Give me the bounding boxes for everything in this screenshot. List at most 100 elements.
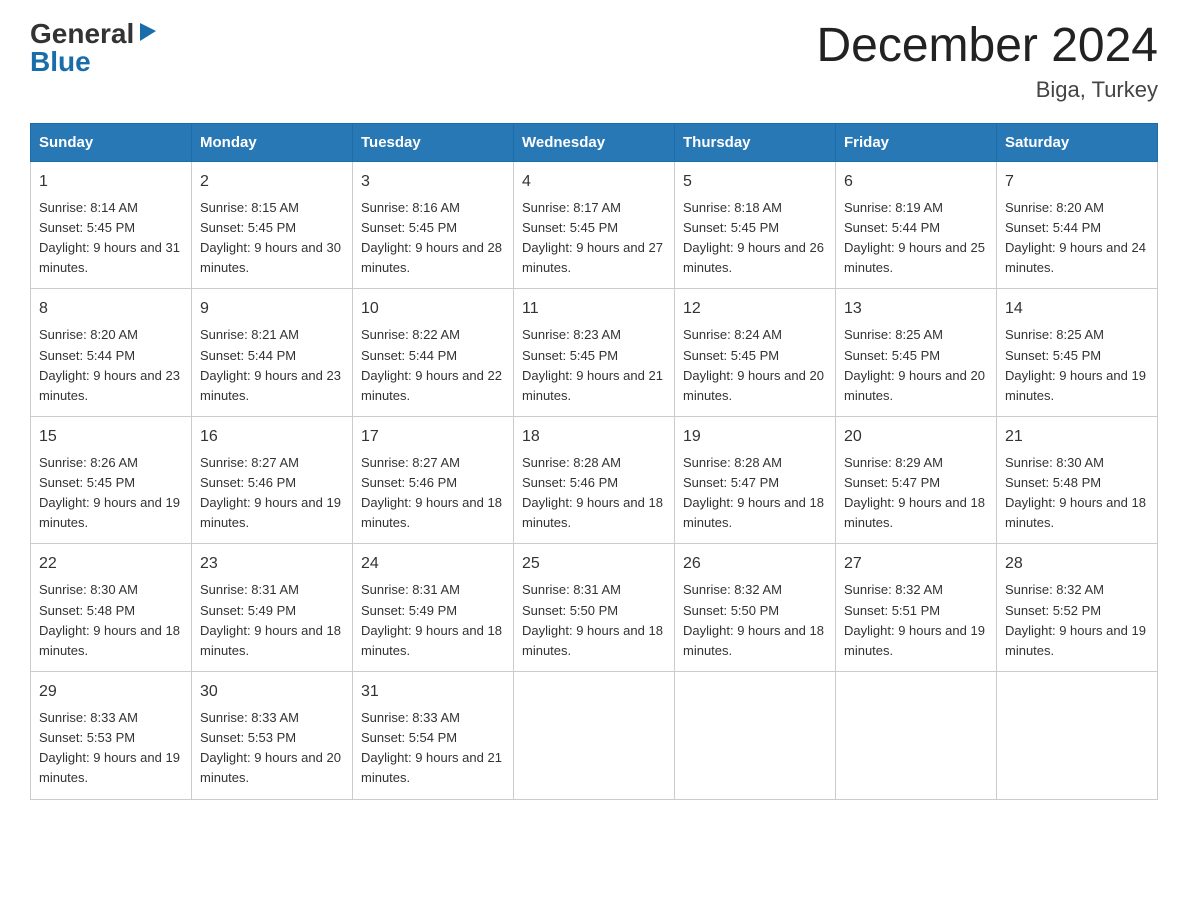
day-info: Sunrise: 8:29 AMSunset: 5:47 PMDaylight:… — [844, 455, 985, 530]
calendar-day-cell: 29 Sunrise: 8:33 AMSunset: 5:53 PMDaylig… — [31, 672, 192, 800]
calendar-day-cell: 21 Sunrise: 8:30 AMSunset: 5:48 PMDaylig… — [997, 416, 1158, 544]
logo: General Blue — [30, 20, 158, 76]
day-number: 23 — [200, 552, 344, 576]
calendar-table: SundayMondayTuesdayWednesdayThursdayFrid… — [30, 123, 1158, 800]
day-info: Sunrise: 8:31 AMSunset: 5:49 PMDaylight:… — [361, 582, 502, 657]
calendar-header-sunday: Sunday — [31, 123, 192, 161]
page-header: General Blue December 2024 Biga, Turkey — [30, 20, 1158, 103]
day-number: 5 — [683, 170, 827, 194]
day-number: 25 — [522, 552, 666, 576]
calendar-day-cell: 15 Sunrise: 8:26 AMSunset: 5:45 PMDaylig… — [31, 416, 192, 544]
day-number: 19 — [683, 425, 827, 449]
day-info: Sunrise: 8:28 AMSunset: 5:47 PMDaylight:… — [683, 455, 824, 530]
calendar-week-row: 15 Sunrise: 8:26 AMSunset: 5:45 PMDaylig… — [31, 416, 1158, 544]
day-info: Sunrise: 8:19 AMSunset: 5:44 PMDaylight:… — [844, 200, 985, 275]
calendar-header-friday: Friday — [836, 123, 997, 161]
calendar-day-cell: 30 Sunrise: 8:33 AMSunset: 5:53 PMDaylig… — [192, 672, 353, 800]
day-info: Sunrise: 8:30 AMSunset: 5:48 PMDaylight:… — [1005, 455, 1146, 530]
day-info: Sunrise: 8:18 AMSunset: 5:45 PMDaylight:… — [683, 200, 824, 275]
day-info: Sunrise: 8:15 AMSunset: 5:45 PMDaylight:… — [200, 200, 341, 275]
location: Biga, Turkey — [816, 77, 1158, 103]
day-number: 4 — [522, 170, 666, 194]
day-number: 10 — [361, 297, 505, 321]
calendar-day-cell: 14 Sunrise: 8:25 AMSunset: 5:45 PMDaylig… — [997, 289, 1158, 417]
calendar-day-cell: 18 Sunrise: 8:28 AMSunset: 5:46 PMDaylig… — [514, 416, 675, 544]
calendar-day-cell: 31 Sunrise: 8:33 AMSunset: 5:54 PMDaylig… — [353, 672, 514, 800]
calendar-day-cell: 1 Sunrise: 8:14 AMSunset: 5:45 PMDayligh… — [31, 161, 192, 289]
calendar-day-cell: 23 Sunrise: 8:31 AMSunset: 5:49 PMDaylig… — [192, 544, 353, 672]
day-info: Sunrise: 8:27 AMSunset: 5:46 PMDaylight:… — [361, 455, 502, 530]
day-number: 14 — [1005, 297, 1149, 321]
day-number: 12 — [683, 297, 827, 321]
calendar-week-row: 8 Sunrise: 8:20 AMSunset: 5:44 PMDayligh… — [31, 289, 1158, 417]
day-info: Sunrise: 8:20 AMSunset: 5:44 PMDaylight:… — [1005, 200, 1146, 275]
day-info: Sunrise: 8:31 AMSunset: 5:50 PMDaylight:… — [522, 582, 663, 657]
day-number: 13 — [844, 297, 988, 321]
calendar-header-row: SundayMondayTuesdayWednesdayThursdayFrid… — [31, 123, 1158, 161]
day-number: 2 — [200, 170, 344, 194]
day-number: 9 — [200, 297, 344, 321]
day-number: 26 — [683, 552, 827, 576]
day-number: 7 — [1005, 170, 1149, 194]
calendar-header-tuesday: Tuesday — [353, 123, 514, 161]
calendar-header-wednesday: Wednesday — [514, 123, 675, 161]
calendar-day-cell: 4 Sunrise: 8:17 AMSunset: 5:45 PMDayligh… — [514, 161, 675, 289]
calendar-day-cell: 27 Sunrise: 8:32 AMSunset: 5:51 PMDaylig… — [836, 544, 997, 672]
day-number: 8 — [39, 297, 183, 321]
day-number: 11 — [522, 297, 666, 321]
day-number: 16 — [200, 425, 344, 449]
day-info: Sunrise: 8:25 AMSunset: 5:45 PMDaylight:… — [1005, 327, 1146, 402]
day-info: Sunrise: 8:17 AMSunset: 5:45 PMDaylight:… — [522, 200, 663, 275]
calendar-day-cell: 12 Sunrise: 8:24 AMSunset: 5:45 PMDaylig… — [675, 289, 836, 417]
calendar-week-row: 1 Sunrise: 8:14 AMSunset: 5:45 PMDayligh… — [31, 161, 1158, 289]
calendar-day-cell: 24 Sunrise: 8:31 AMSunset: 5:49 PMDaylig… — [353, 544, 514, 672]
day-number: 17 — [361, 425, 505, 449]
day-number: 31 — [361, 680, 505, 704]
calendar-day-cell: 22 Sunrise: 8:30 AMSunset: 5:48 PMDaylig… — [31, 544, 192, 672]
calendar-day-cell: 5 Sunrise: 8:18 AMSunset: 5:45 PMDayligh… — [675, 161, 836, 289]
day-number: 21 — [1005, 425, 1149, 449]
calendar-day-cell: 28 Sunrise: 8:32 AMSunset: 5:52 PMDaylig… — [997, 544, 1158, 672]
calendar-day-cell: 16 Sunrise: 8:27 AMSunset: 5:46 PMDaylig… — [192, 416, 353, 544]
calendar-header-monday: Monday — [192, 123, 353, 161]
day-info: Sunrise: 8:31 AMSunset: 5:49 PMDaylight:… — [200, 582, 341, 657]
day-info: Sunrise: 8:32 AMSunset: 5:52 PMDaylight:… — [1005, 582, 1146, 657]
day-info: Sunrise: 8:32 AMSunset: 5:50 PMDaylight:… — [683, 582, 824, 657]
calendar-header-thursday: Thursday — [675, 123, 836, 161]
day-info: Sunrise: 8:23 AMSunset: 5:45 PMDaylight:… — [522, 327, 663, 402]
day-number: 27 — [844, 552, 988, 576]
calendar-day-cell: 25 Sunrise: 8:31 AMSunset: 5:50 PMDaylig… — [514, 544, 675, 672]
calendar-day-cell: 10 Sunrise: 8:22 AMSunset: 5:44 PMDaylig… — [353, 289, 514, 417]
day-info: Sunrise: 8:33 AMSunset: 5:53 PMDaylight:… — [200, 710, 341, 785]
calendar-day-cell — [997, 672, 1158, 800]
calendar-day-cell: 19 Sunrise: 8:28 AMSunset: 5:47 PMDaylig… — [675, 416, 836, 544]
day-number: 3 — [361, 170, 505, 194]
title-block: December 2024 Biga, Turkey — [816, 20, 1158, 103]
calendar-week-row: 22 Sunrise: 8:30 AMSunset: 5:48 PMDaylig… — [31, 544, 1158, 672]
day-number: 24 — [361, 552, 505, 576]
calendar-day-cell: 2 Sunrise: 8:15 AMSunset: 5:45 PMDayligh… — [192, 161, 353, 289]
day-info: Sunrise: 8:27 AMSunset: 5:46 PMDaylight:… — [200, 455, 341, 530]
calendar-day-cell — [675, 672, 836, 800]
calendar-day-cell: 8 Sunrise: 8:20 AMSunset: 5:44 PMDayligh… — [31, 289, 192, 417]
day-number: 28 — [1005, 552, 1149, 576]
day-info: Sunrise: 8:25 AMSunset: 5:45 PMDaylight:… — [844, 327, 985, 402]
month-title: December 2024 — [816, 20, 1158, 73]
day-number: 20 — [844, 425, 988, 449]
day-info: Sunrise: 8:28 AMSunset: 5:46 PMDaylight:… — [522, 455, 663, 530]
calendar-day-cell: 7 Sunrise: 8:20 AMSunset: 5:44 PMDayligh… — [997, 161, 1158, 289]
day-number: 29 — [39, 680, 183, 704]
logo-blue-text: Blue — [30, 48, 91, 76]
day-number: 22 — [39, 552, 183, 576]
day-info: Sunrise: 8:32 AMSunset: 5:51 PMDaylight:… — [844, 582, 985, 657]
calendar-header-saturday: Saturday — [997, 123, 1158, 161]
day-number: 6 — [844, 170, 988, 194]
calendar-day-cell: 13 Sunrise: 8:25 AMSunset: 5:45 PMDaylig… — [836, 289, 997, 417]
calendar-day-cell — [514, 672, 675, 800]
day-number: 30 — [200, 680, 344, 704]
calendar-week-row: 29 Sunrise: 8:33 AMSunset: 5:53 PMDaylig… — [31, 672, 1158, 800]
day-info: Sunrise: 8:21 AMSunset: 5:44 PMDaylight:… — [200, 327, 341, 402]
day-info: Sunrise: 8:24 AMSunset: 5:45 PMDaylight:… — [683, 327, 824, 402]
day-info: Sunrise: 8:33 AMSunset: 5:53 PMDaylight:… — [39, 710, 180, 785]
day-number: 15 — [39, 425, 183, 449]
